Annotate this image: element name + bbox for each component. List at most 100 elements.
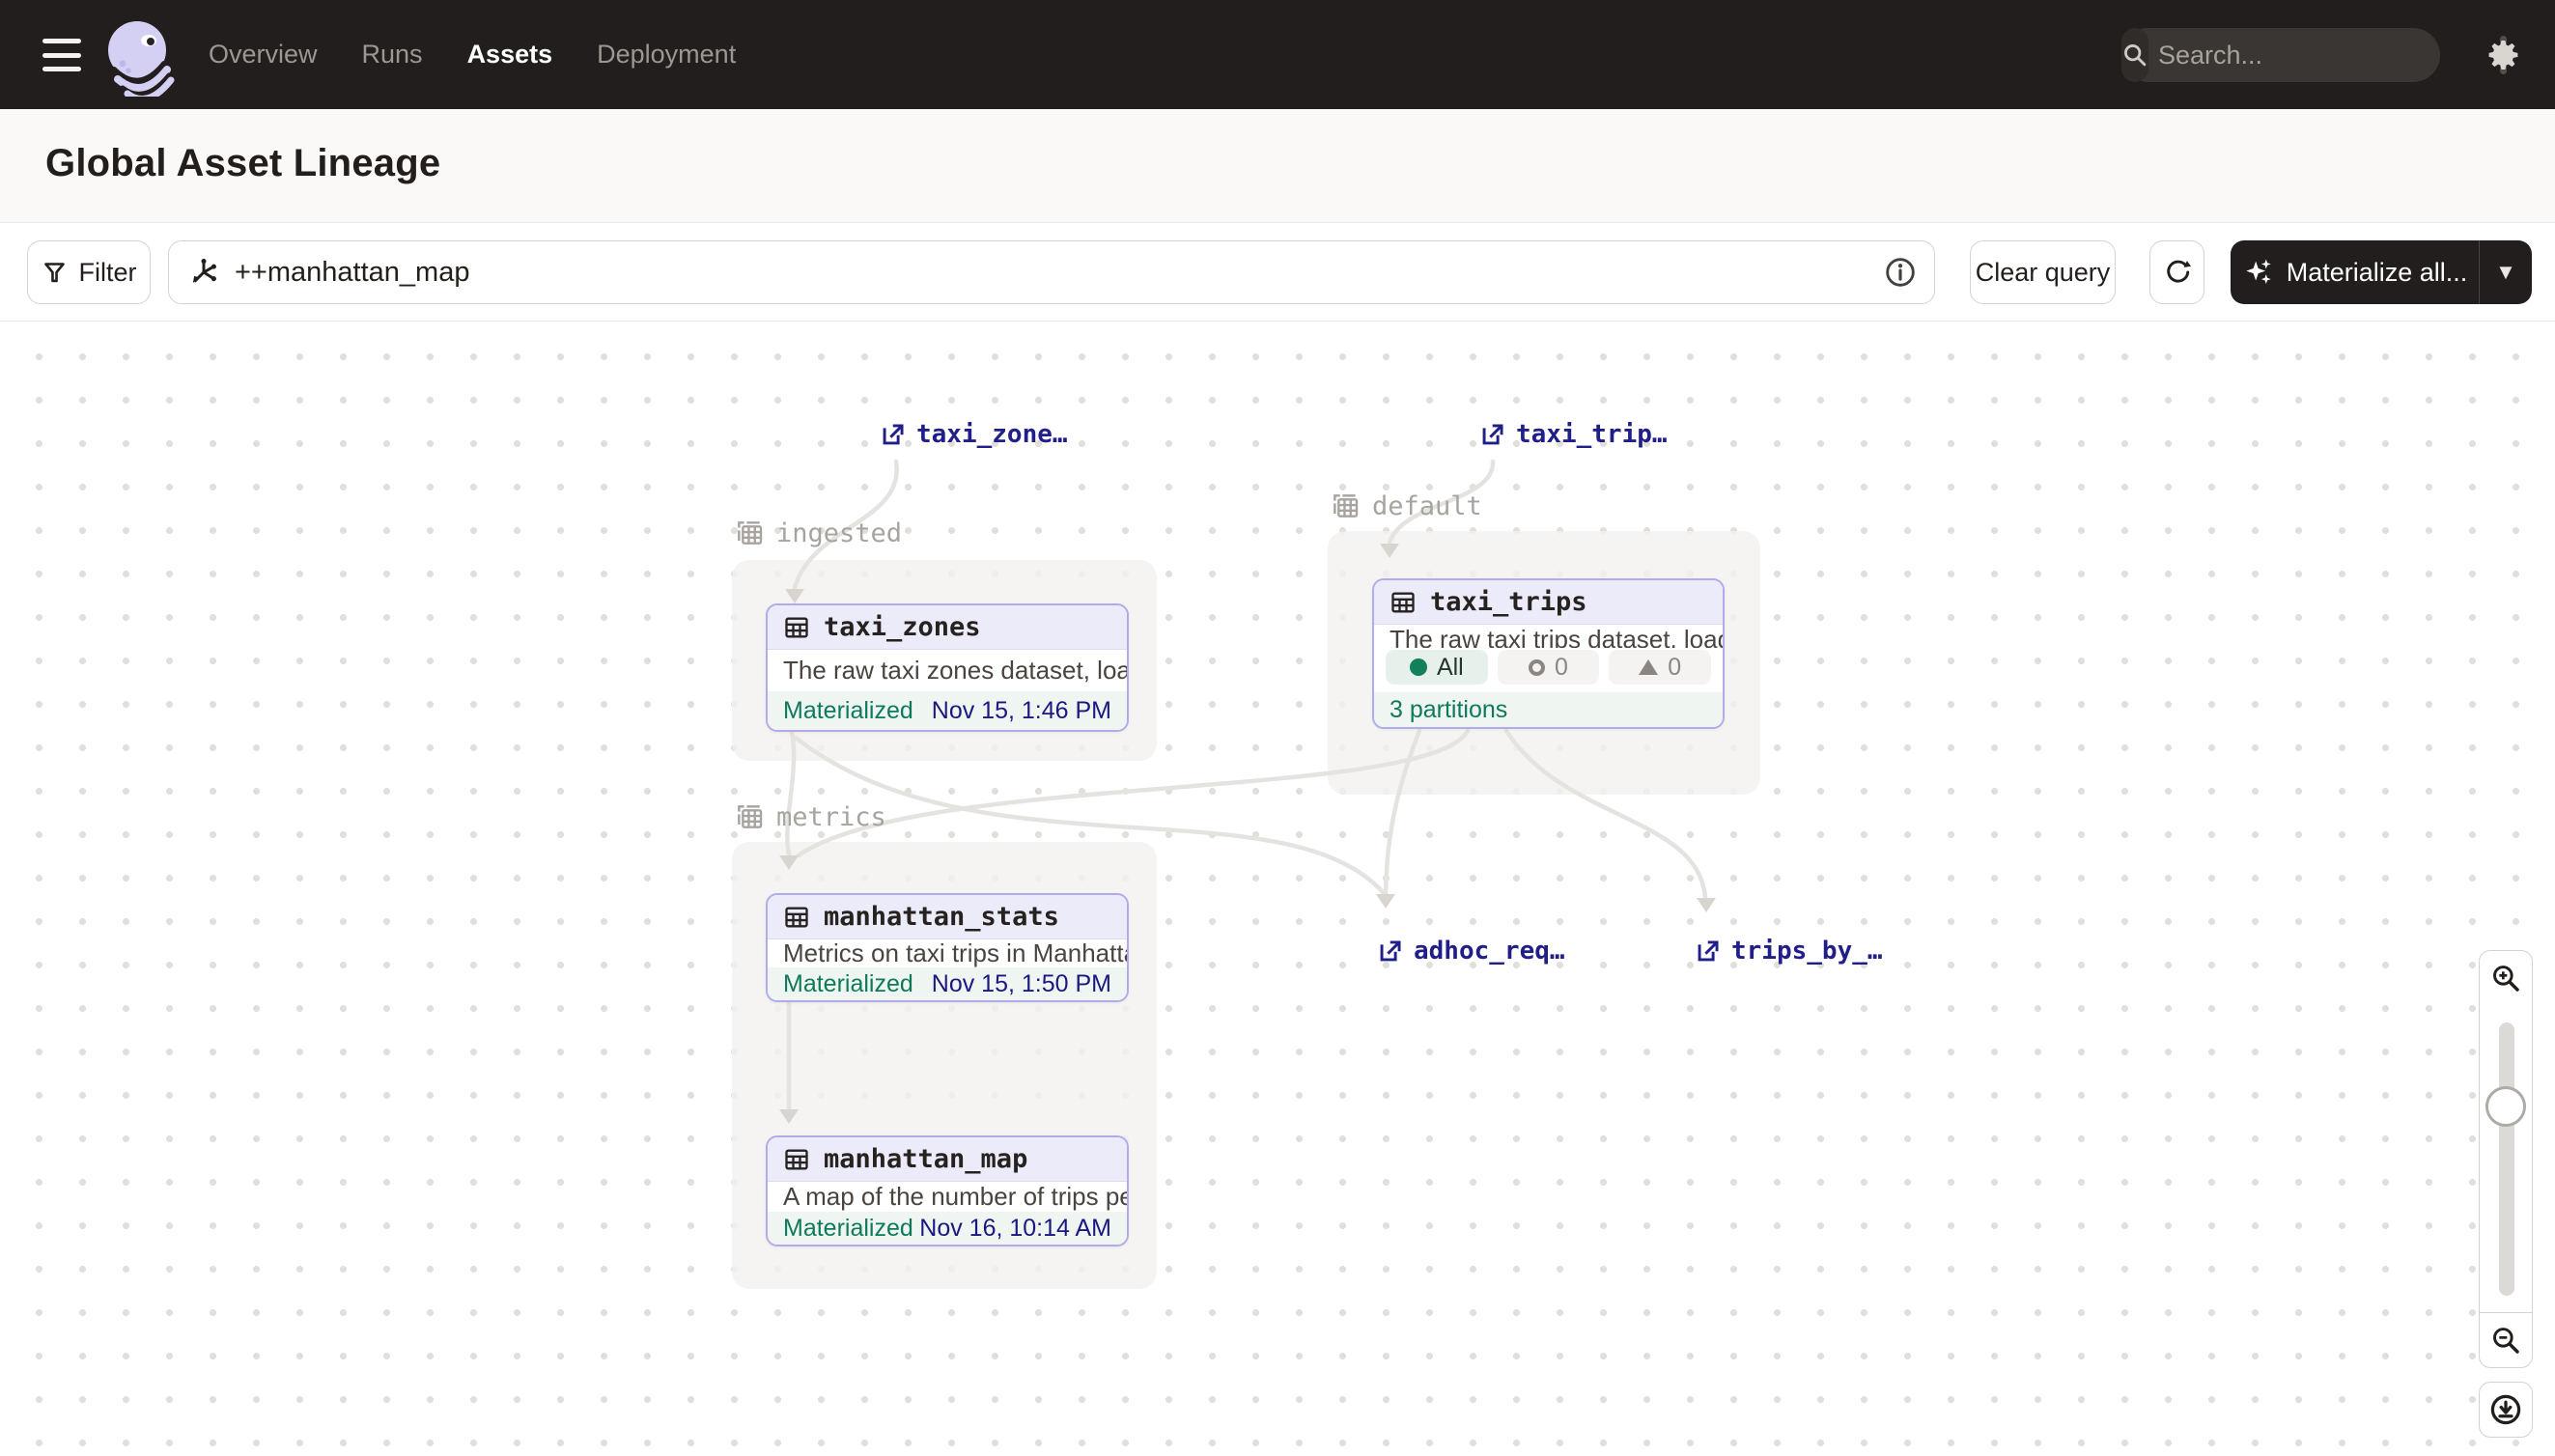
asset-node-taxi-zones[interactable]: taxi_zones The raw taxi zones dataset, l…	[766, 603, 1129, 732]
nav-assets[interactable]: Assets	[467, 40, 553, 70]
zoom-in-button[interactable]	[2479, 950, 2533, 1006]
nav-overview[interactable]: Overview	[209, 40, 318, 70]
table-icon	[783, 614, 810, 641]
group-label-text: default	[1372, 491, 1482, 521]
asset-description: A map of the number of trips per taxi z.…	[768, 1182, 1127, 1212]
external-asset-link-trips-by[interactable]: trips_by_…	[1695, 937, 1883, 966]
asset-group-icon	[734, 801, 765, 832]
asset-selection-input[interactable]	[219, 257, 1884, 289]
partitions-count[interactable]: 3 partitions	[1390, 696, 1507, 724]
nav-deployment[interactable]: Deployment	[597, 40, 736, 70]
external-link-icon	[1377, 938, 1403, 965]
zoom-slider-track[interactable]	[2499, 1022, 2514, 1296]
asset-node-manhattan-stats[interactable]: manhattan_stats Metrics on taxi trips in…	[766, 893, 1129, 1002]
filter-button[interactable]: Filter	[27, 240, 151, 304]
filter-icon	[42, 260, 68, 286]
status-badge: Materialized	[783, 970, 913, 998]
table-icon	[783, 904, 810, 931]
materialization-timestamp[interactable]: Nov 15, 1:50 PM	[932, 970, 1111, 998]
nav-runs[interactable]: Runs	[362, 40, 423, 70]
materialization-timestamp[interactable]: Nov 16, 10:14 AM	[919, 1215, 1111, 1243]
asset-node-header: manhattan_map	[768, 1137, 1127, 1182]
zoom-in-icon	[2490, 963, 2521, 994]
group-label-default[interactable]: default	[1330, 490, 1482, 521]
search-input[interactable]	[2148, 41, 2500, 70]
external-asset-label: adhoc_req…	[1414, 937, 1565, 966]
info-icon[interactable]	[1884, 256, 1917, 289]
asset-description: Metrics on taxi trips in Manhattan	[768, 939, 1127, 967]
group-label-metrics[interactable]: metrics	[734, 801, 886, 832]
external-asset-label: trips_by_…	[1731, 937, 1883, 966]
global-search[interactable]: /	[2121, 28, 2440, 82]
external-link-icon	[880, 422, 906, 448]
zoom-slider[interactable]	[2479, 1005, 2533, 1313]
filled-dot-icon	[1410, 658, 1427, 676]
external-link-icon	[1695, 938, 1721, 965]
asset-node-header: taxi_trips	[1374, 580, 1723, 625]
top-nav-bar: Overview Runs Assets Deployment /	[0, 0, 2555, 109]
status-badge: Materialized	[783, 1215, 913, 1243]
external-asset-label: taxi_zone…	[916, 420, 1068, 449]
materialize-all-button[interactable]: Materialize all... ▼	[2231, 240, 2532, 304]
lineage-canvas[interactable]: ingested default metrics taxi_zone…	[0, 322, 2555, 1456]
group-label-text: ingested	[776, 518, 902, 548]
clear-query-button[interactable]: Clear query	[1970, 240, 2116, 304]
external-asset-link-taxi-zone[interactable]: taxi_zone…	[880, 420, 1068, 449]
materialize-all-main[interactable]: Materialize all...	[2231, 256, 2479, 289]
partition-badge-missing[interactable]: 0	[1498, 650, 1600, 685]
asset-graph-query-icon	[188, 257, 219, 288]
group-label-text: metrics	[776, 802, 886, 832]
asset-status-row: 3 partitions	[1374, 692, 1723, 727]
dagster-logo[interactable]	[100, 15, 178, 97]
asset-node-manhattan-map[interactable]: manhattan_map A map of the number of tri…	[766, 1135, 1129, 1246]
asset-group-icon	[1330, 490, 1361, 521]
table-icon	[1390, 589, 1417, 616]
external-asset-link-adhoc-req[interactable]: adhoc_req…	[1377, 937, 1565, 966]
asset-group-icon	[734, 518, 765, 548]
page-header: Global Asset Lineage Reload definitions	[0, 109, 2555, 223]
zoom-out-button[interactable]	[2479, 1312, 2533, 1368]
asset-node-taxi-trips[interactable]: taxi_trips The raw taxi trips dataset, l…	[1372, 578, 1725, 729]
search-icon	[2121, 28, 2148, 82]
zoom-out-icon	[2490, 1325, 2521, 1356]
asset-node-header: manhattan_stats	[768, 895, 1127, 939]
asset-name: manhattan_map	[824, 1144, 1027, 1174]
asset-status-row: Materialized Nov 15, 1:50 PM	[768, 967, 1127, 1000]
asset-selection-input-wrapper	[168, 240, 1935, 304]
asset-description: The raw taxi trips dataset, loaded into …	[1374, 625, 1723, 648]
materialize-dropdown-button[interactable]: ▼	[2480, 260, 2532, 285]
asset-description: The raw taxi zones dataset, loaded int..…	[768, 650, 1127, 691]
asset-name: manhattan_stats	[824, 902, 1059, 932]
clear-query-label: Clear query	[1976, 258, 2111, 288]
filter-label: Filter	[79, 258, 137, 288]
triangle-icon	[1639, 659, 1658, 675]
primary-nav: Overview Runs Assets Deployment	[209, 0, 736, 109]
lineage-edges	[0, 322, 2555, 1456]
asset-status-row: Materialized Nov 16, 10:14 AM	[768, 1212, 1127, 1245]
group-label-ingested[interactable]: ingested	[734, 518, 902, 548]
hollow-circle-icon	[1529, 659, 1545, 676]
partition-badge-label: 0	[1668, 654, 1681, 682]
asset-name: taxi_trips	[1430, 587, 1587, 617]
external-asset-link-taxi-trip[interactable]: taxi_trip…	[1479, 420, 1668, 449]
global-asset-lineage-page: Overview Runs Assets Deployment / Global…	[0, 0, 2555, 1456]
caret-down-icon: ▼	[2495, 260, 2516, 285]
gear-icon[interactable]	[2480, 33, 2524, 77]
materialization-timestamp[interactable]: Nov 15, 1:46 PM	[932, 697, 1111, 725]
external-link-icon	[1479, 422, 1505, 448]
hamburger-menu-icon[interactable]	[42, 39, 81, 71]
page-title: Global Asset Lineage	[45, 142, 440, 185]
zoom-slider-handle[interactable]	[2485, 1086, 2526, 1127]
table-icon	[783, 1146, 810, 1173]
partition-health-row: All 0 0	[1374, 648, 1723, 692]
partition-badge-all[interactable]: All	[1386, 650, 1488, 685]
lineage-toolbar: Filter Clear query	[0, 224, 2555, 322]
refresh-icon	[2164, 259, 2191, 286]
recenter-icon	[2489, 1393, 2522, 1426]
asset-status-row: Materialized Nov 15, 1:46 PM	[768, 691, 1127, 730]
partition-badge-label: 0	[1555, 654, 1568, 682]
partition-badge-failed[interactable]: 0	[1609, 650, 1711, 685]
recenter-button[interactable]	[2479, 1382, 2533, 1438]
status-badge: Materialized	[783, 697, 913, 725]
refresh-graph-button[interactable]	[2149, 240, 2204, 304]
